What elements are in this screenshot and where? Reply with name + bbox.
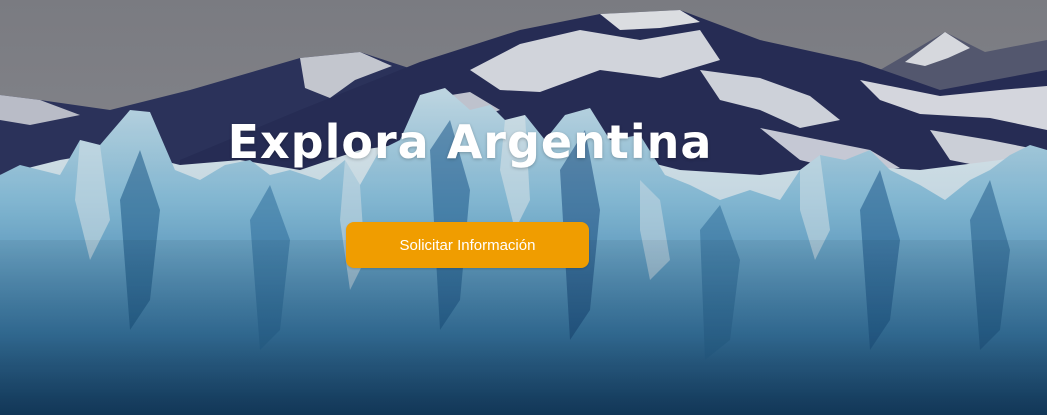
request-info-button[interactable]: Solicitar Información xyxy=(346,222,589,268)
hero-title: Explora Argentina xyxy=(227,115,713,169)
hero-section: Explora Argentina Solicitar Información xyxy=(0,0,1047,415)
hero-background-image xyxy=(0,0,1047,415)
